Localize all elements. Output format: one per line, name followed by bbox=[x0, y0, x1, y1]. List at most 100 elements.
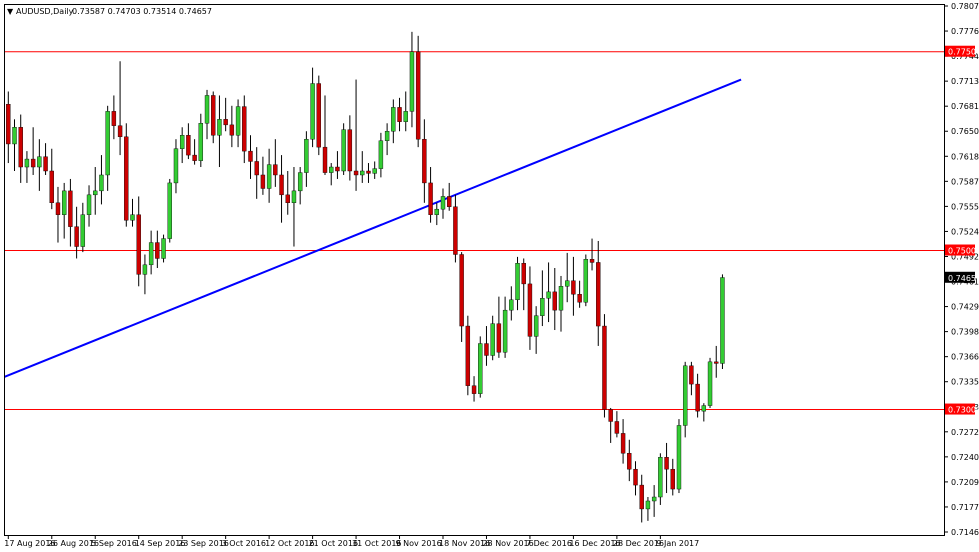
candle-body bbox=[384, 131, 390, 141]
candle-body bbox=[111, 111, 117, 126]
candle-body bbox=[316, 83, 321, 148]
candle bbox=[211, 91, 216, 144]
candle-body bbox=[223, 119, 228, 126]
candle-body bbox=[117, 125, 123, 138]
x-tick-label: 21 Oct 2016 bbox=[309, 539, 358, 548]
y-tick-label: 0.74295 bbox=[951, 303, 979, 312]
candle-body bbox=[155, 242, 160, 259]
y-tick-label: 0.75555 bbox=[951, 202, 979, 211]
y-tick-label: 0.73980 bbox=[951, 328, 979, 337]
candle-body bbox=[310, 83, 315, 140]
candle-body bbox=[260, 174, 266, 189]
candle-body bbox=[391, 107, 396, 132]
candle-body bbox=[627, 453, 632, 470]
price-level-tag-label: 0.73000 bbox=[948, 406, 979, 415]
candle-body bbox=[204, 95, 210, 124]
candle-body bbox=[43, 156, 48, 172]
y-tick-label: 0.72720 bbox=[951, 428, 979, 437]
candle-body bbox=[403, 111, 408, 122]
candle-body bbox=[74, 226, 79, 247]
candle bbox=[316, 75, 321, 156]
candle bbox=[341, 123, 346, 175]
symbol-label: AUDUSD,Daily bbox=[16, 7, 74, 16]
candle-body bbox=[366, 170, 371, 174]
candle-body bbox=[12, 127, 17, 145]
candle-body bbox=[304, 138, 309, 173]
candle-body bbox=[192, 154, 197, 161]
candle-body bbox=[527, 283, 533, 337]
candle bbox=[658, 453, 663, 505]
candle-body bbox=[502, 309, 508, 353]
candle-body bbox=[242, 106, 247, 152]
candle-body bbox=[378, 140, 384, 169]
candle bbox=[720, 274, 725, 369]
x-tick-label: 12 Oct 2016 bbox=[265, 539, 314, 548]
candle-body bbox=[453, 206, 458, 255]
candle-body bbox=[273, 164, 278, 176]
menu-arrow-icon[interactable]: ▼ bbox=[7, 7, 14, 16]
candle-body bbox=[633, 468, 638, 486]
candle-body bbox=[99, 174, 104, 192]
chart-background bbox=[0, 0, 979, 552]
candle-body bbox=[105, 111, 110, 176]
candle-body bbox=[496, 323, 502, 353]
candle-body bbox=[266, 164, 272, 189]
candle-body bbox=[254, 161, 259, 176]
current-price-label: 0.74657 bbox=[948, 274, 979, 283]
candle bbox=[676, 419, 682, 494]
candle-body bbox=[80, 214, 86, 247]
candle-body bbox=[49, 170, 54, 204]
candle-body bbox=[682, 365, 688, 426]
candle-body bbox=[186, 135, 191, 156]
candle-body bbox=[484, 343, 489, 356]
candle-body bbox=[6, 104, 11, 145]
x-tick-label: 5 Sep 2016 bbox=[91, 539, 137, 548]
candle-body bbox=[415, 51, 421, 140]
candle-body bbox=[335, 166, 340, 172]
y-tick-label: 0.73350 bbox=[951, 378, 979, 387]
y-tick-label: 0.75870 bbox=[951, 177, 979, 186]
candle-body bbox=[565, 280, 570, 287]
candle-body bbox=[235, 106, 241, 136]
ohlc-values: 0.73587 0.74703 0.73514 0.74657 bbox=[72, 7, 212, 16]
candle bbox=[167, 178, 172, 243]
candle-body bbox=[651, 496, 657, 502]
candle-body bbox=[440, 196, 446, 210]
candle-body bbox=[285, 194, 290, 204]
candle bbox=[124, 123, 129, 227]
candle-body bbox=[658, 457, 663, 498]
candle-body bbox=[490, 323, 495, 356]
candle-body bbox=[608, 409, 613, 422]
candle-body bbox=[24, 158, 30, 168]
candle-body bbox=[353, 170, 359, 176]
candle-body bbox=[639, 484, 644, 510]
candle-body bbox=[30, 158, 36, 168]
candle-body bbox=[664, 457, 669, 470]
candle-body bbox=[552, 291, 557, 311]
candle-body bbox=[291, 190, 297, 204]
candle-body bbox=[602, 325, 607, 410]
candle-body bbox=[161, 238, 166, 259]
candle-body bbox=[229, 124, 235, 136]
y-tick-label: 0.76185 bbox=[951, 152, 979, 161]
candle-body bbox=[409, 51, 415, 112]
candle-body bbox=[124, 136, 129, 221]
candle-body bbox=[540, 298, 545, 316]
chart-title: ▼ AUDUSD,Daily 0.73587 0.74703 0.73514 0… bbox=[7, 7, 212, 16]
price-level-tag-label: 0.77500 bbox=[948, 48, 979, 57]
candle-body bbox=[521, 263, 526, 285]
candle-body bbox=[471, 385, 477, 394]
candle-body bbox=[68, 190, 73, 227]
candle-body bbox=[459, 254, 464, 327]
candle-body bbox=[61, 190, 67, 215]
candle-body bbox=[714, 361, 719, 364]
candle-body bbox=[18, 127, 23, 168]
candle-body bbox=[695, 383, 700, 412]
y-tick-label: 0.75240 bbox=[951, 227, 979, 236]
candle bbox=[583, 254, 589, 307]
candle-body bbox=[720, 277, 725, 364]
y-tick-label: 0.78075 bbox=[951, 2, 979, 11]
price-chart[interactable]: 0.780750.777600.774450.771300.768150.765… bbox=[0, 0, 979, 552]
candle-body bbox=[347, 129, 353, 172]
candle-body bbox=[329, 166, 334, 173]
